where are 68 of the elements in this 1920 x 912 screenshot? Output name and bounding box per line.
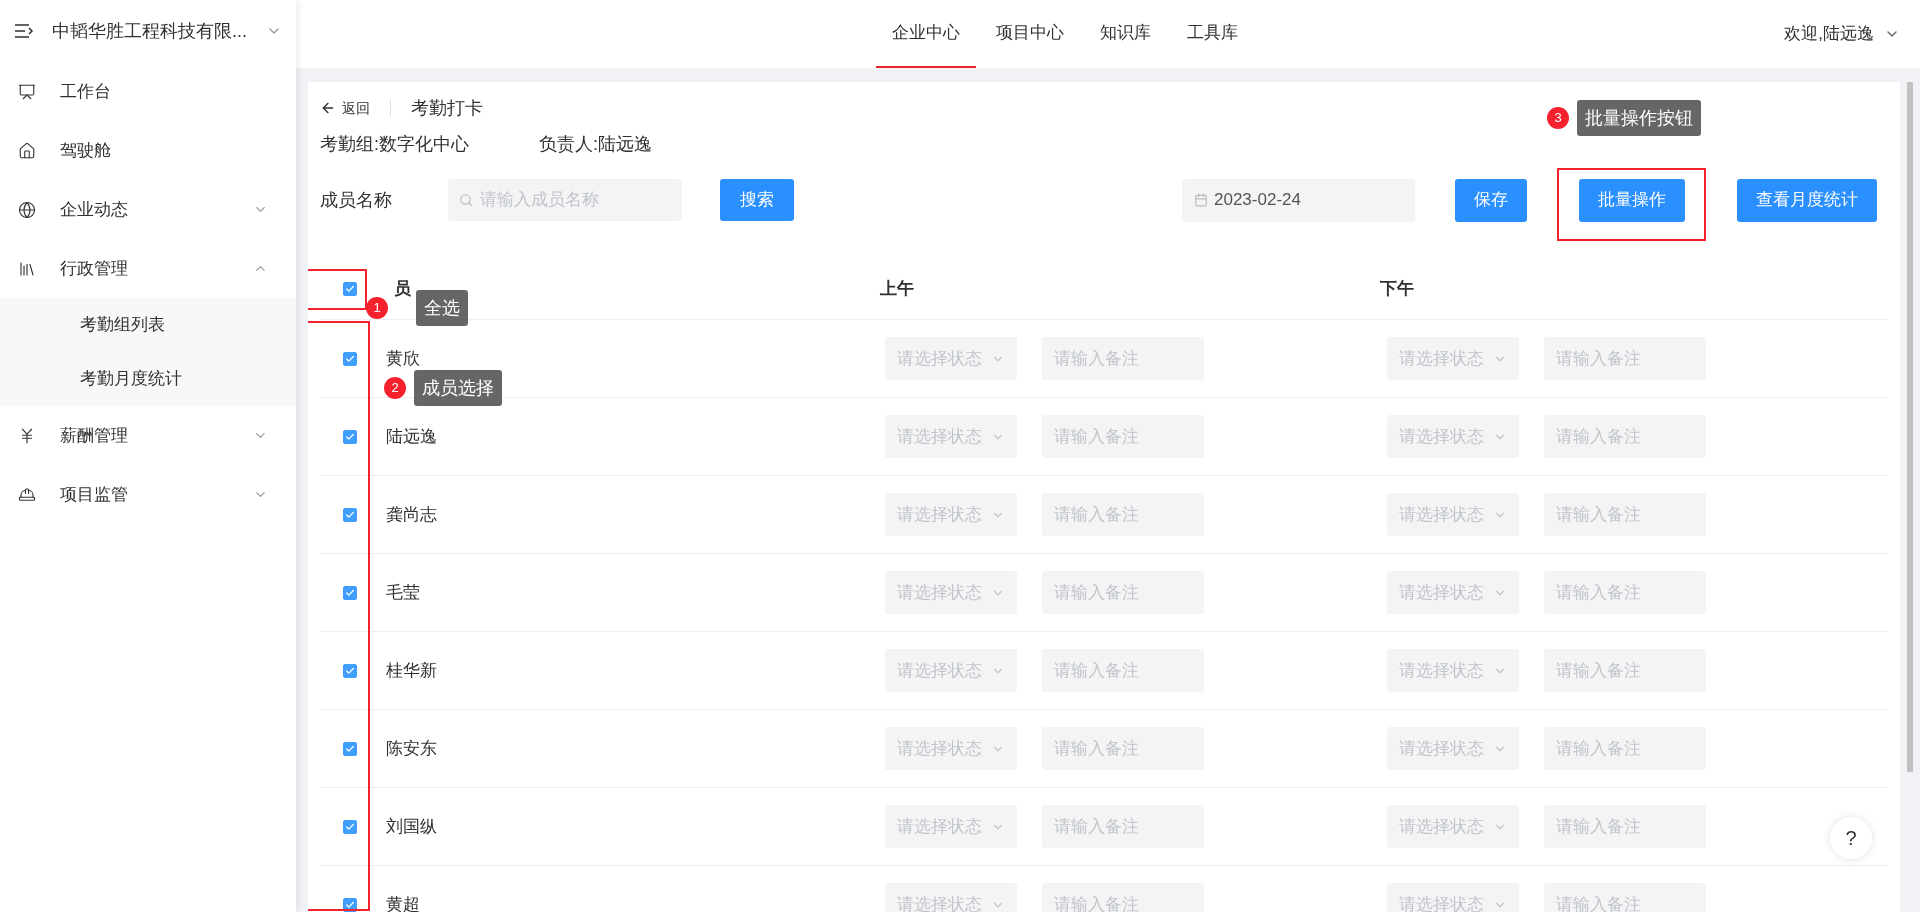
checkbox[interactable] [343,507,357,522]
sidebar-item[interactable]: 企业动态 [0,180,296,239]
arrow-left-icon [320,100,336,116]
check-icon [345,353,355,364]
action-button[interactable]: 查看月度统计 [1737,178,1877,222]
search-icon [459,193,473,207]
page-title: 考勤打卡 [411,96,483,120]
nav-tab[interactable]: 项目中心 [980,0,1080,68]
house-icon [18,141,36,160]
step-number-badge: 1 [366,297,388,319]
nav-tab[interactable]: 企业中心 [876,0,976,68]
globe-icon [18,200,36,219]
step-number-badge: 2 [384,377,406,399]
member-name: 陆远逸 [385,425,438,448]
submenu-item[interactable]: 考勤月度统计 [0,352,296,406]
checkbox[interactable] [343,429,357,444]
help-button[interactable]: ? [1830,817,1872,859]
member-name: 毛莹 [385,581,421,604]
monitor-chart-icon [18,82,36,101]
submenu-item[interactable]: 考勤组列表 [0,298,296,352]
date-field[interactable]: 2023-02-24 [1182,178,1415,222]
member-name: 刘国纵 [385,815,438,838]
filter-label: 成员名称 [320,188,393,212]
sidebar-item[interactable]: 行政管理 [0,239,296,298]
annotation-tooltip: 成员选择 [414,370,502,406]
check-icon [345,587,355,598]
action-button[interactable]: 保存 [1455,178,1527,222]
search-button[interactable]: 搜索 [720,179,794,221]
sidebar-item[interactable]: 驾驶舱 [0,121,296,180]
nav-tab[interactable]: 工具库 [1171,0,1254,68]
step-number-badge: 3 [1547,107,1569,129]
checkbox[interactable] [343,741,357,756]
sidebar-item[interactable]: 工作台 [0,62,296,121]
column-header: 下午 [1380,277,1414,300]
calendar-icon [1194,193,1208,207]
check-icon [345,665,355,676]
company-name: 中韬华胜工程科技有限... [52,19,247,43]
sidebar-item[interactable]: 项目监管 [0,465,296,524]
group-info: 考勤组:数字化中心 [320,132,469,156]
action-button[interactable]: 批量操作 [1579,178,1685,222]
member-name: 陈安东 [385,737,438,760]
member-name: 黄超 [385,893,421,912]
nav-tab[interactable]: 知识库 [1084,0,1167,68]
checkbox[interactable] [343,281,357,296]
check-icon [345,743,355,754]
checkbox[interactable] [343,663,357,678]
hard-hat-icon [18,485,36,504]
menu-icon[interactable] [14,23,34,39]
annotation-tooltip: 全选 [416,290,468,326]
checkbox[interactable] [343,819,357,834]
member-name: 龚尚志 [385,503,438,526]
sidebar-item[interactable]: 薪酬管理 [0,406,296,465]
member-name: 黄欣 [385,347,421,370]
column-header: 上午 [880,277,915,300]
check-icon [345,431,355,442]
highlight-frame [308,269,367,310]
back-link[interactable]: 返回 [320,97,370,119]
member-name: 桂华新 [385,659,438,682]
annotation-tooltip: 批量操作按钮 [1577,100,1701,136]
checkbox[interactable] [343,585,357,600]
check-icon [345,283,355,294]
check-icon [345,899,355,910]
check-icon [345,821,355,832]
group-info: 负责人:陆远逸 [539,132,653,156]
welcome-user[interactable]: 欢迎,陆远逸 [1784,21,1874,47]
checkbox[interactable] [343,351,357,366]
column-header: 员 [393,277,412,300]
check-icon [345,509,355,520]
